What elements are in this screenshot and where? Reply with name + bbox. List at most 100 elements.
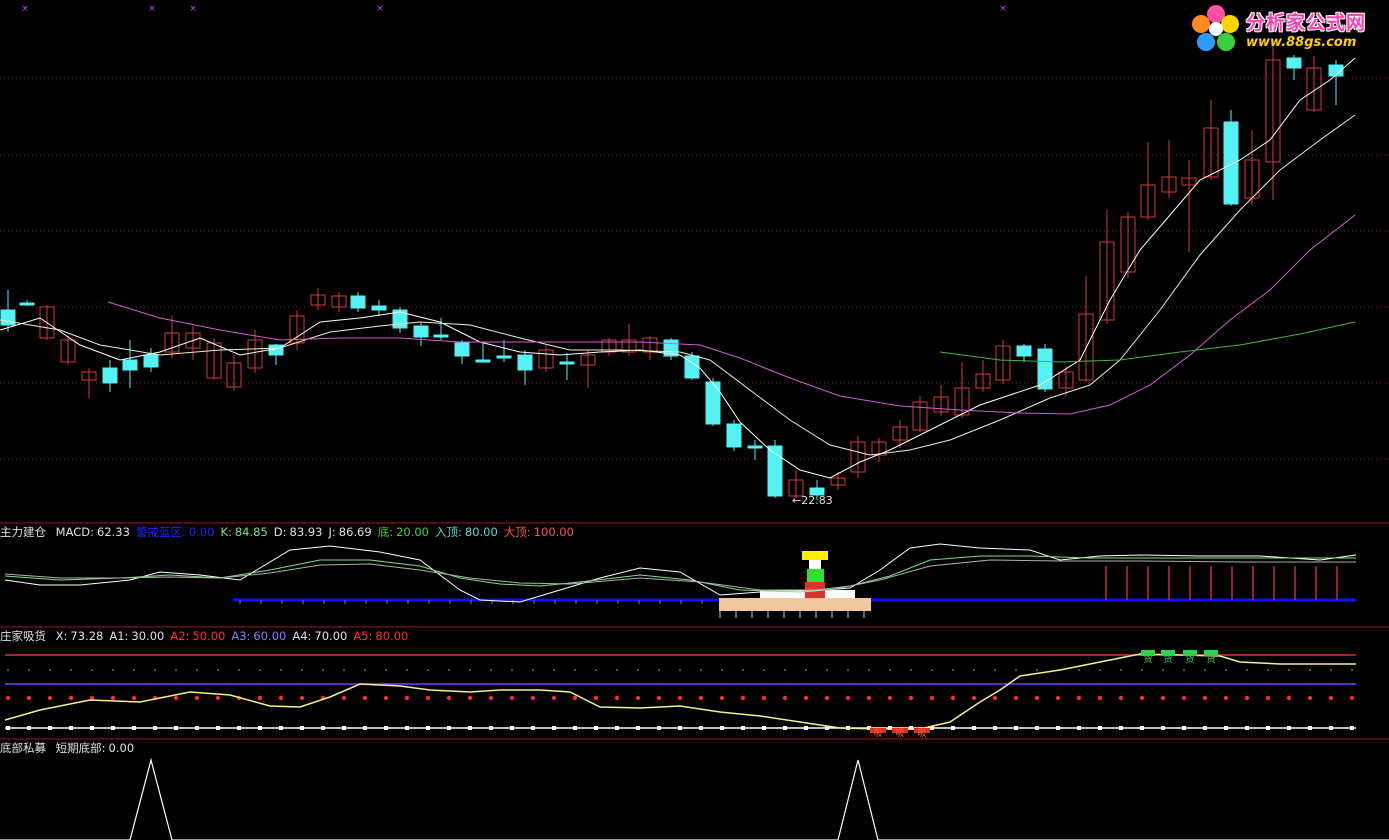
a1-dot	[804, 726, 808, 730]
a2-dot	[992, 695, 998, 701]
a2-dot	[929, 695, 935, 701]
a4-dot	[658, 669, 660, 671]
indicator1-item-label: 入顶:	[435, 525, 462, 539]
a1-dot	[90, 726, 94, 730]
indicator3-header: 底部私募 短期底部: 0.00	[0, 741, 134, 755]
candle-body	[1016, 345, 1032, 357]
a2-dot	[1307, 695, 1313, 701]
a1-dot	[741, 726, 745, 730]
a2-dot	[887, 695, 893, 701]
a1-dot	[552, 726, 556, 730]
a2-dot	[572, 695, 578, 701]
a4-dot	[91, 669, 93, 671]
a1-dot	[762, 726, 766, 730]
indicator-panel-zhuangjia[interactable]: 货货货货吸吸吸	[4, 650, 1356, 739]
a4-dot	[217, 669, 219, 671]
stock-chart-window[interactable]: × × × × × 货货货货吸吸吸	[0, 0, 1389, 840]
candle-body	[1223, 121, 1239, 205]
a2-dot	[68, 695, 74, 701]
a1-dot	[384, 726, 388, 730]
indicator1-item-label: 底:	[377, 525, 394, 539]
indicator1-item-value: 80.00	[464, 525, 498, 539]
a4-dot	[1351, 669, 1353, 671]
a1-dot	[1350, 726, 1354, 730]
signal-marker: ×	[21, 4, 29, 14]
candlestick-series[interactable]	[0, 40, 1344, 500]
indicator3-name: 底部私募	[0, 741, 46, 755]
bottom-zone-block	[719, 598, 871, 611]
a2-dot	[425, 695, 431, 701]
x-line	[4, 653, 1356, 730]
a2-dot	[1181, 695, 1187, 701]
a2-dot	[1013, 695, 1019, 701]
a2-dot	[908, 695, 914, 701]
indicator1-item: 大顶: 100.00	[504, 525, 574, 539]
a1-dot	[447, 726, 451, 730]
a4-dot	[511, 669, 513, 671]
a1-dot	[1014, 726, 1018, 730]
a2-dot	[509, 695, 515, 701]
candle-body	[705, 381, 721, 425]
candle-body	[475, 359, 491, 363]
indicator-panel-zhuli[interactable]	[4, 543, 1357, 618]
a4-dot	[553, 669, 555, 671]
indicator1-item-label: MACD:	[55, 525, 95, 539]
indicator1-item: 入顶: 80.00	[435, 525, 498, 539]
a1-dot	[951, 726, 955, 730]
candle-body	[413, 325, 429, 338]
a4-dot	[868, 669, 870, 671]
signal-tower-white	[809, 560, 821, 569]
a2-dot	[845, 695, 851, 701]
a4-dot	[7, 669, 9, 671]
a1-dot	[636, 726, 640, 730]
a4-dot	[175, 669, 177, 671]
indicator1-item: J: 86.69	[328, 525, 371, 539]
kdj-j-line	[4, 559, 1356, 591]
a4-dot	[112, 669, 114, 671]
indicator2-item: X: 73.28	[56, 629, 104, 643]
a4-dot	[616, 669, 618, 671]
a4-dot	[532, 669, 534, 671]
indicator2-item-value: 50.00	[192, 629, 226, 643]
a2-dot	[1118, 695, 1124, 701]
a4-dot	[574, 669, 576, 671]
indicator1-item-label: 大顶:	[503, 525, 531, 539]
a1-dot	[111, 726, 115, 730]
indicator2-item: A5: 80.00	[353, 629, 408, 643]
a1-dot	[657, 726, 661, 730]
indicator3-item: 短期底部: 0.00	[56, 741, 134, 755]
a1-dot	[1140, 726, 1144, 730]
indicator2-item-value: 30.00	[131, 629, 165, 643]
a4-dot	[931, 669, 933, 671]
a2-dot	[698, 695, 704, 701]
a2-dot	[131, 695, 137, 701]
candle-body	[143, 354, 159, 368]
a4-dot	[1246, 669, 1248, 671]
signal-marker: ×	[999, 4, 1007, 14]
a1-dot	[363, 726, 367, 730]
candle-body	[102, 367, 118, 384]
a2-dot	[1034, 695, 1040, 701]
a1-dot	[678, 726, 682, 730]
indicator2-item-label: X:	[55, 629, 68, 643]
indicator1-item-value: 20.00	[396, 525, 429, 539]
buy-marker-text: 吸	[873, 728, 882, 739]
indicator2-item-value: 80.00	[375, 629, 409, 643]
a2-dot	[803, 695, 809, 701]
indicator2-item-label: A4:	[292, 629, 312, 643]
a1-dot	[258, 726, 262, 730]
a2-dot	[446, 695, 452, 701]
signal-tower-yellow	[802, 551, 828, 560]
a1-dot	[6, 726, 10, 730]
a2-dot	[173, 695, 179, 701]
candle-body	[122, 359, 138, 371]
a4-dot	[763, 669, 765, 671]
a4-dot	[28, 669, 30, 671]
candle-body	[1037, 348, 1053, 390]
indicator-panel-dibu[interactable]	[0, 757, 1389, 840]
indicator1-item-value: 100.00	[533, 525, 574, 539]
a1-dot	[1035, 726, 1039, 730]
a4-dot	[952, 669, 954, 671]
a4-dot	[973, 669, 975, 671]
a1-dot	[69, 726, 73, 730]
